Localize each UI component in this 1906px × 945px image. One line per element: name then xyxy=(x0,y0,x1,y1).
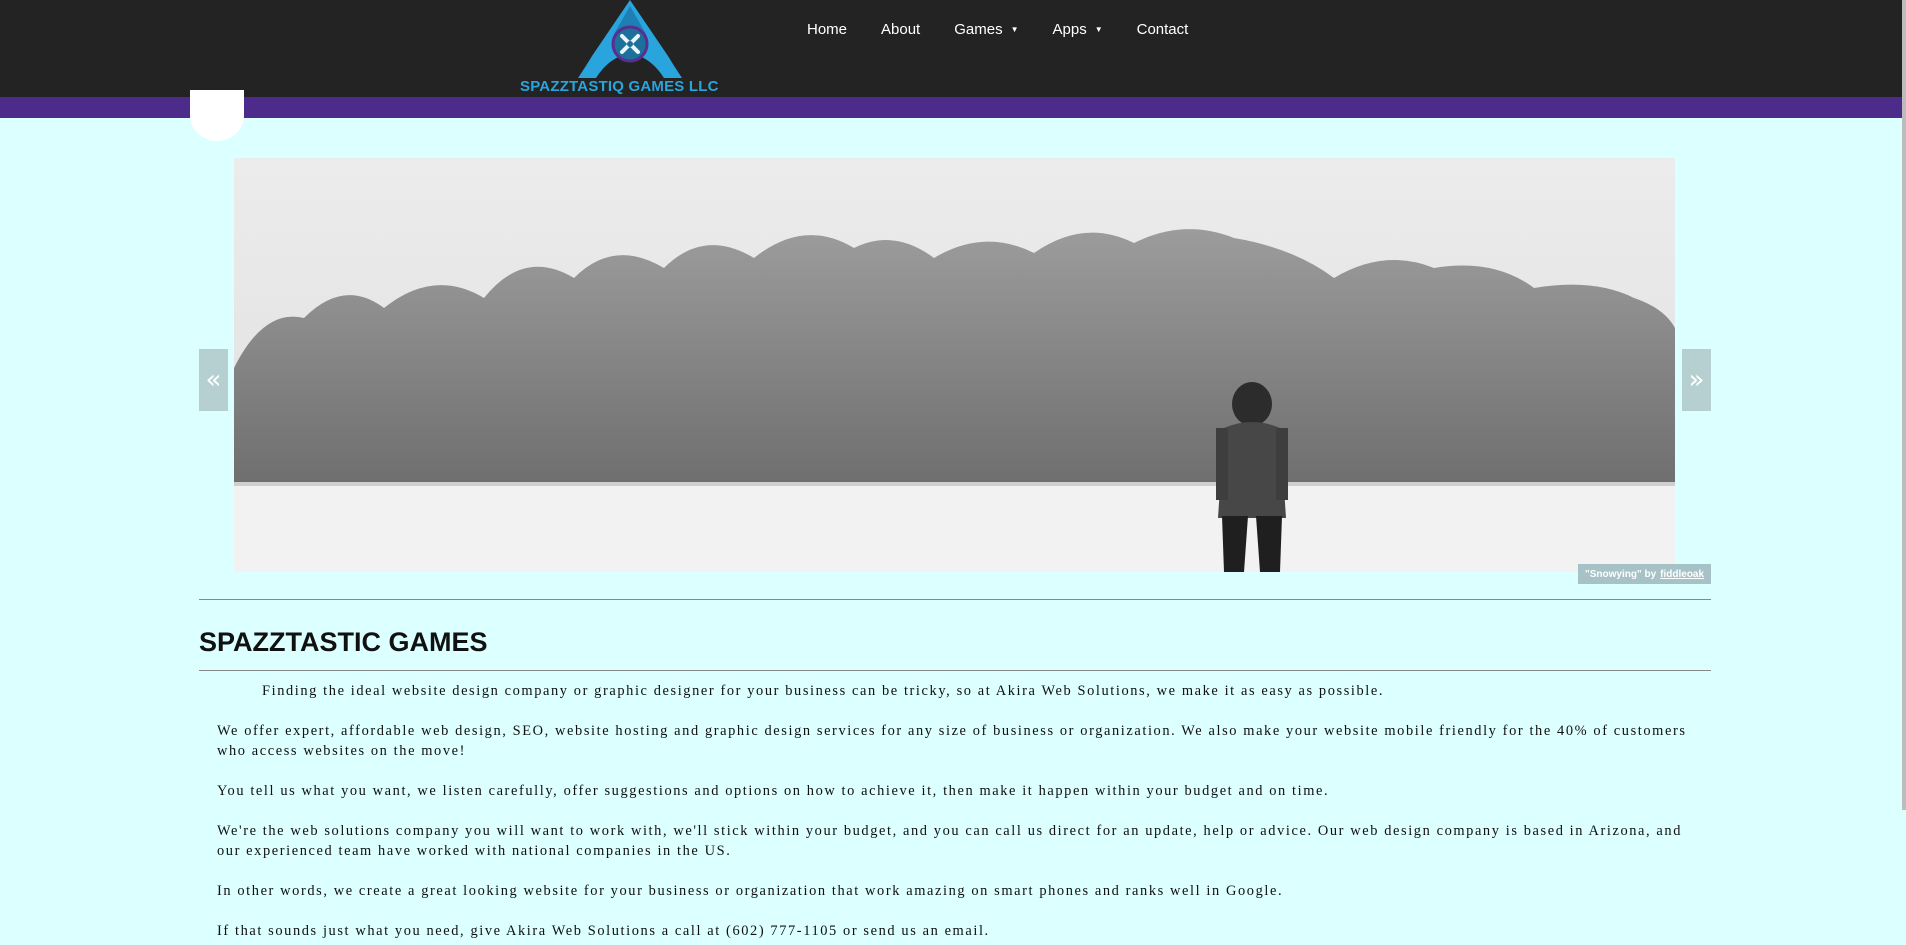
caret-down-icon: ▼ xyxy=(1010,24,1019,34)
slider-prev-button[interactable]: « xyxy=(199,349,228,411)
nav-games-label: Games xyxy=(954,20,1003,38)
image-caption: "Snowying" by fiddleoak xyxy=(1578,564,1712,584)
caption-title: "Snowying" by xyxy=(1585,568,1657,580)
accent-bar xyxy=(0,97,1902,118)
content-paragraph: You tell us what you want, we listen car… xyxy=(217,783,1330,799)
logo-text: SPAZZTASTIQ GAMES LLC xyxy=(520,78,719,95)
chevron-left-icon: « xyxy=(205,365,222,395)
main-content: Finding the ideal website design company… xyxy=(217,681,1695,945)
nav-contact-label: Contact xyxy=(1136,20,1189,38)
nav-about-label: About xyxy=(881,20,921,38)
nav-home-label: Home xyxy=(807,20,848,38)
divider xyxy=(199,670,1711,671)
content-paragraph: If that sounds just what you need, give … xyxy=(217,923,990,939)
chevron-right-icon: » xyxy=(1688,365,1705,395)
page-title: SPAZZTASTIC GAMES xyxy=(199,627,488,657)
main-nav: Home About Games ▼ Apps ▼ Contact xyxy=(790,0,1205,58)
page-scrollbar[interactable] xyxy=(1902,0,1906,810)
nav-games[interactable]: Games ▼ xyxy=(937,21,1035,38)
content-paragraph: We offer expert, affordable web design, … xyxy=(217,723,1687,759)
site-logo[interactable]: SPAZZTASTIQ GAMES LLC xyxy=(518,0,740,97)
snow-forest-photo xyxy=(234,158,1675,572)
divider xyxy=(199,599,1711,600)
content-paragraph: In other words, we create a great lookin… xyxy=(217,883,1284,899)
caret-down-icon: ▼ xyxy=(1094,24,1103,34)
nav-home[interactable]: Home xyxy=(790,21,864,38)
nav-apps-label: Apps xyxy=(1052,20,1087,38)
nav-apps[interactable]: Apps ▼ xyxy=(1036,21,1120,38)
content-paragraph: Finding the ideal website design company… xyxy=(262,683,1385,699)
slider-next-button[interactable]: » xyxy=(1682,349,1711,411)
content-paragraph: We're the web solutions company you will… xyxy=(217,823,1683,859)
caption-author-link[interactable]: fiddleoak xyxy=(1660,569,1704,580)
slider-image xyxy=(234,158,1675,572)
nav-about[interactable]: About xyxy=(864,21,937,38)
logo-emblem-icon xyxy=(578,0,682,78)
nav-contact[interactable]: Contact xyxy=(1120,21,1206,38)
site-header: SPAZZTASTIQ GAMES LLC Home About Games ▼… xyxy=(0,0,1902,97)
decorative-circle xyxy=(190,90,244,141)
